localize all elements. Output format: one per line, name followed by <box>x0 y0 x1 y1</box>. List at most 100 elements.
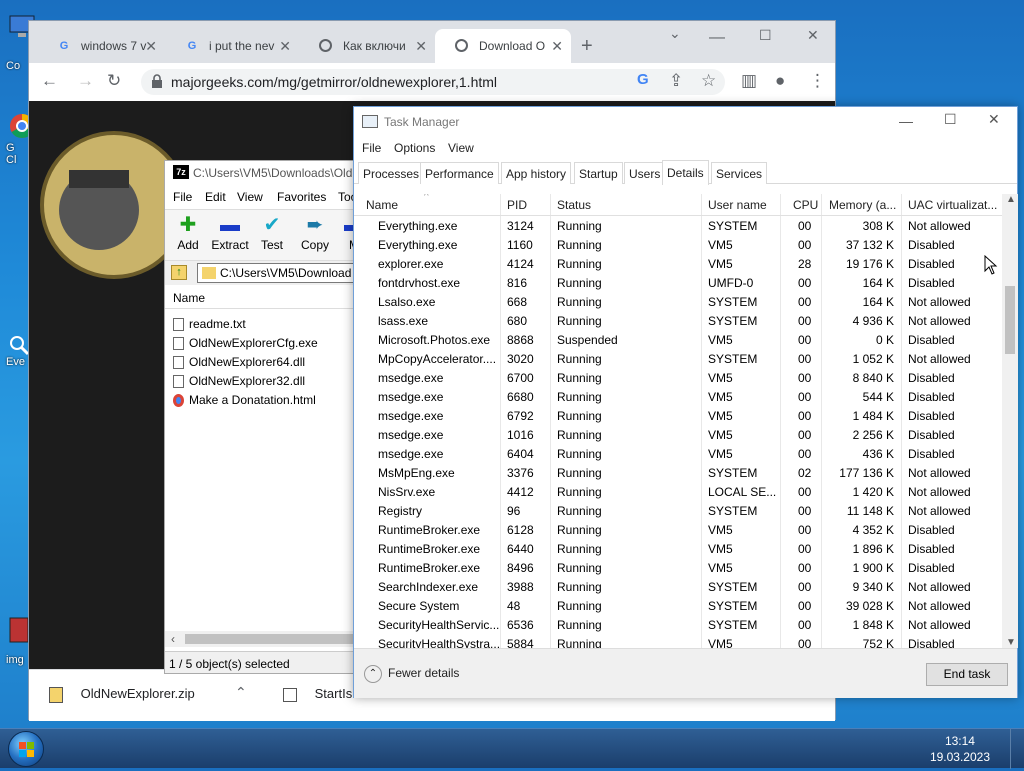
tab-services[interactable]: Services <box>711 162 768 184</box>
path-input[interactable]: C:\Users\VM5\Download <box>197 263 363 283</box>
download-item[interactable]: StartIsB <box>283 686 361 702</box>
extract-button[interactable]: ▬ Extract <box>207 214 253 252</box>
profile-icon[interactable]: ● <box>775 71 785 91</box>
table-row[interactable]: Everything.exe 1160 Running VM5 00 37 132 K Di… <box>354 236 1002 255</box>
table-row[interactable]: SecurityHealthSystra... 5884 Running VM5 00 7… <box>354 635 1002 648</box>
menu-favorites[interactable]: Favorites <box>277 190 326 204</box>
process-name: msedge.exe <box>378 390 444 404</box>
end-task-button[interactable]: End task <box>926 663 1008 686</box>
table-row[interactable]: msedge.exe 6792 Running VM5 00 1 484 K Disable… <box>354 407 1002 426</box>
maximize-button[interactable]: ☐ <box>759 27 772 44</box>
table-row[interactable]: Microsoft.Photos.exe 8868 Suspended VM5 00 0 … <box>354 331 1002 350</box>
minimize-button[interactable]: — <box>899 113 913 129</box>
table-row[interactable]: SearchIndexer.exe 3988 Running SYSTEM 00 9 34… <box>354 578 1002 597</box>
side-panel-icon[interactable]: ▥ <box>741 71 757 91</box>
menu-view[interactable]: View <box>237 190 263 204</box>
browser-tab[interactable]: G windows 7 v ✕ <box>37 29 165 63</box>
tab-processes[interactable]: Processes <box>358 162 425 184</box>
menu-icon[interactable]: ⋮ <box>809 71 826 91</box>
table-row[interactable]: RuntimeBroker.exe 8496 Running VM5 00 1 900 K… <box>354 559 1002 578</box>
table-row[interactable]: msedge.exe 6680 Running VM5 00 544 K Disabled <box>354 388 1002 407</box>
close-window-button[interactable]: ✕ <box>988 111 1000 128</box>
table-row[interactable]: Secure System 48 Running SYSTEM 00 39 028 K No… <box>354 597 1002 616</box>
forward-button[interactable]: → <box>77 71 94 91</box>
chevron-down-icon[interactable]: ⌄ <box>669 25 681 42</box>
vertical-scrollbar[interactable]: ▲ ▼ <box>1002 194 1018 648</box>
process-user: SYSTEM <box>708 295 758 309</box>
close-icon[interactable]: ✕ <box>415 29 427 63</box>
browser-tab-active[interactable]: Download O ✕ <box>435 29 571 63</box>
add-button[interactable]: ✚ Add <box>165 214 211 252</box>
column-header-name[interactable]: Name <box>366 198 398 212</box>
table-row[interactable]: NisSrv.exe 4412 Running LOCAL SE... 00 1 420 … <box>354 483 1002 502</box>
process-status: Running <box>557 238 602 252</box>
list-item[interactable]: readme.txt <box>165 315 363 334</box>
list-item[interactable]: Make a Donatation.html <box>165 391 363 410</box>
browser-tab[interactable]: G i put the nev ✕ <box>165 29 299 63</box>
menu-view[interactable]: View <box>448 141 474 155</box>
chevron-up-icon[interactable]: ▲ <box>1006 194 1016 205</box>
table-row[interactable]: SecurityHealthServic... 6536 Running SYSTEM… <box>354 616 1002 635</box>
table-row[interactable]: msedge.exe 6700 Running VM5 00 8 840 K Disable… <box>354 369 1002 388</box>
column-header-cpu[interactable]: CPU <box>793 198 818 212</box>
fewer-details-button[interactable]: ⌃ Fewer details <box>364 665 459 683</box>
close-icon[interactable]: ✕ <box>145 29 157 63</box>
list-item[interactable]: OldNewExplorer64.dll <box>165 353 363 372</box>
table-row[interactable]: explorer.exe 4124 Running VM5 28 19 176 K Disa… <box>354 255 1002 274</box>
menu-file[interactable]: File <box>362 141 381 155</box>
menu-file[interactable]: File <box>173 190 192 204</box>
tab-users[interactable]: Users <box>624 162 666 184</box>
share-icon[interactable]: ⇪ <box>669 71 683 91</box>
table-row[interactable]: Everything.exe 3124 Running SYSTEM 00 308 K No… <box>354 217 1002 236</box>
table-row[interactable]: Lsalso.exe 668 Running SYSTEM 00 164 K Not all… <box>354 293 1002 312</box>
table-row[interactable]: fontdrvhost.exe 816 Running UMFD-0 00 164 K Di… <box>354 274 1002 293</box>
table-row[interactable]: MsMpEng.exe 3376 Running SYSTEM 02 177 136 K N… <box>354 464 1002 483</box>
menu-edit[interactable]: Edit <box>205 190 226 204</box>
folder-up-icon[interactable]: ↑ <box>171 265 187 280</box>
table-row[interactable]: RuntimeBroker.exe 6440 Running VM5 00 1 896 K… <box>354 540 1002 559</box>
reload-button[interactable]: ↻ <box>107 71 121 91</box>
table-row[interactable]: MpCopyAccelerator.... 3020 Running SYSTEM 00… <box>354 350 1002 369</box>
column-header-username[interactable]: User name <box>708 198 767 212</box>
star-icon[interactable]: ☆ <box>701 71 716 91</box>
chevron-left-icon[interactable]: ‹ <box>171 632 175 646</box>
table-row[interactable]: lsass.exe 680 Running SYSTEM 00 4 936 K Not al… <box>354 312 1002 331</box>
scroll-thumb[interactable] <box>1005 286 1015 354</box>
close-window-button[interactable]: ✕ <box>807 27 819 44</box>
tab-performance[interactable]: Performance <box>420 162 499 184</box>
tab-details[interactable]: Details <box>662 160 709 185</box>
minimize-button[interactable]: — <box>709 29 725 47</box>
list-item[interactable]: OldNewExplorer32.dll <box>165 372 363 391</box>
new-tab-button[interactable]: + <box>581 35 593 58</box>
browser-tab[interactable]: Как включи ✕ <box>299 29 435 63</box>
back-button[interactable]: ← <box>41 71 58 91</box>
show-desktop-button[interactable] <box>1010 729 1024 769</box>
horizontal-scrollbar[interactable]: ‹ <box>165 631 363 647</box>
tab-startup[interactable]: Startup <box>574 162 623 184</box>
process-cpu: 00 <box>798 580 812 594</box>
chevron-down-icon[interactable]: ▼ <box>1006 637 1016 648</box>
column-header-name[interactable]: Name <box>165 287 363 309</box>
test-button[interactable]: ✔ Test <box>249 214 295 252</box>
menu-options[interactable]: Options <box>394 141 435 155</box>
taskbar-clock[interactable]: 13:14 19.03.2023 <box>930 733 990 765</box>
start-button[interactable] <box>8 731 44 767</box>
table-row[interactable]: RuntimeBroker.exe 6128 Running VM5 00 4 352 K… <box>354 521 1002 540</box>
maximize-button[interactable]: ☐ <box>944 111 957 128</box>
close-icon[interactable]: ✕ <box>279 29 291 63</box>
chevron-up-icon[interactable]: ⌃ <box>235 684 247 701</box>
tab-app-history[interactable]: App history <box>501 162 572 184</box>
process-memory: 37 132 K <box>845 238 894 252</box>
table-row[interactable]: msedge.exe 1016 Running VM5 00 2 256 K Disable… <box>354 426 1002 445</box>
scroll-thumb[interactable] <box>185 634 360 644</box>
column-header-pid[interactable]: PID <box>507 198 527 212</box>
table-row[interactable]: Registry 96 Running SYSTEM 00 11 148 K Not all… <box>354 502 1002 521</box>
column-header-uac[interactable]: UAC virtualizat... <box>908 198 1000 212</box>
google-lens-icon[interactable]: G <box>637 71 649 88</box>
column-header-status[interactable]: Status <box>557 198 591 212</box>
close-icon[interactable]: ✕ <box>551 29 563 63</box>
column-header-memory[interactable]: Memory (a... <box>829 198 899 212</box>
download-item[interactable]: OldNewExplorer.zip <box>49 686 195 703</box>
table-row[interactable]: msedge.exe 6404 Running VM5 00 436 K Disabled <box>354 445 1002 464</box>
list-item[interactable]: OldNewExplorerCfg.exe <box>165 334 363 353</box>
